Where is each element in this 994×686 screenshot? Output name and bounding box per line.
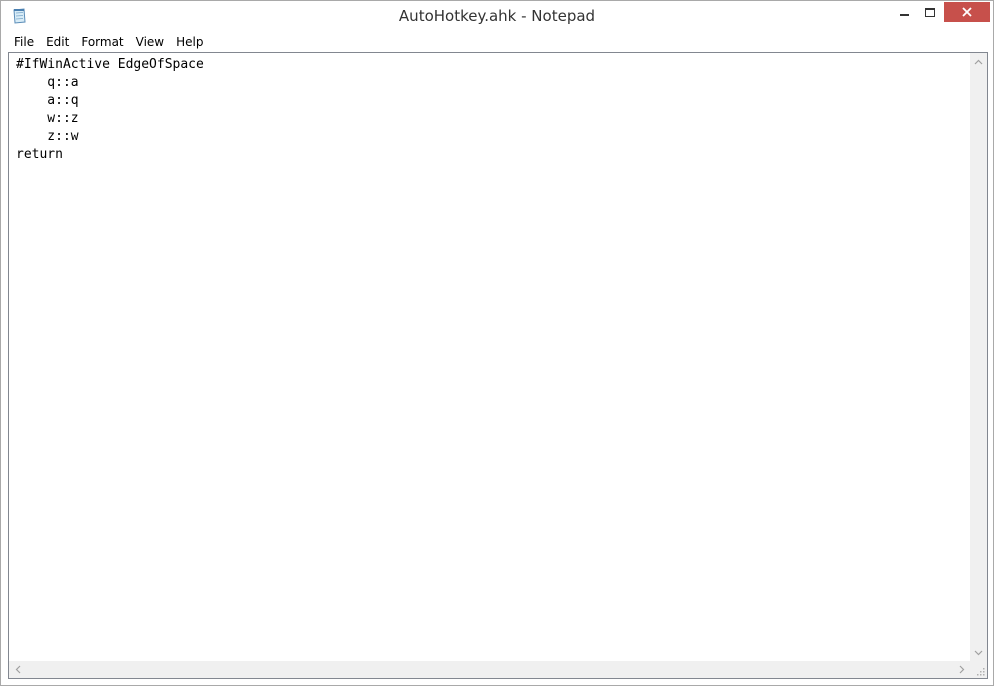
menu-help[interactable]: Help	[170, 33, 209, 51]
close-button[interactable]	[944, 2, 990, 22]
maximize-icon	[925, 7, 935, 17]
chevron-down-icon[interactable]	[970, 644, 987, 661]
horizontal-scrollbar[interactable]	[9, 661, 970, 678]
menu-edit[interactable]: Edit	[40, 33, 75, 51]
chevron-left-icon[interactable]	[9, 661, 26, 678]
menu-format[interactable]: Format	[75, 33, 129, 51]
chevron-right-icon[interactable]	[953, 661, 970, 678]
maximize-button[interactable]	[917, 2, 943, 22]
resize-grip-icon[interactable]	[975, 666, 985, 676]
window-title: AutoHotkey.ahk - Notepad	[398, 7, 596, 25]
minimize-button[interactable]	[891, 2, 917, 22]
menu-bar: File Edit Format View Help	[8, 32, 988, 52]
scrollbar-corner	[970, 661, 987, 678]
minimize-icon	[899, 14, 909, 16]
editor-frame: #IfWinActive EdgeOfSpace q::a a::q w::z …	[8, 52, 988, 679]
menu-view[interactable]: View	[130, 33, 170, 51]
menu-file[interactable]: File	[8, 33, 40, 51]
text-editor[interactable]: #IfWinActive EdgeOfSpace q::a a::q w::z …	[9, 53, 970, 661]
notepad-window: AutoHotkey.ahk - Notepad File Edit Forma…	[0, 0, 994, 686]
title-bar[interactable]: AutoHotkey.ahk - Notepad	[1, 1, 993, 32]
close-icon	[962, 7, 972, 17]
vertical-scrollbar[interactable]	[970, 53, 987, 661]
chevron-up-icon[interactable]	[970, 53, 987, 70]
